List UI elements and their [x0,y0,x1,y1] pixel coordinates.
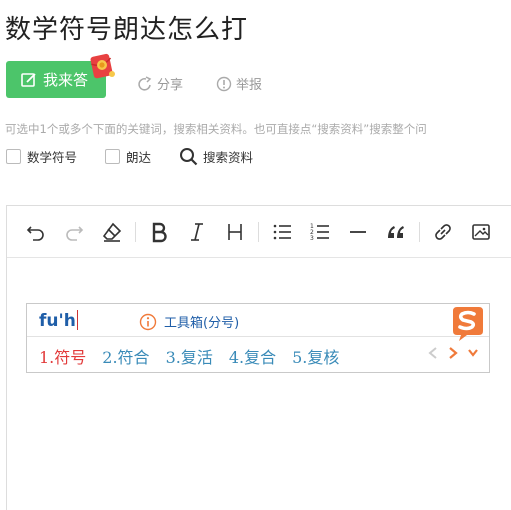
checkbox[interactable] [105,148,121,164]
prev-page-icon[interactable] [427,346,439,360]
sogou-logo-icon [453,307,483,341]
share-button[interactable]: 分享 [137,74,183,93]
next-page-icon[interactable] [447,346,459,360]
keyword-checkbox-shuxuefuhao[interactable]: 数学符号 [6,147,77,166]
expand-candidates-icon[interactable] [467,346,479,360]
search-icon [180,147,198,165]
heading-icon [228,223,242,240]
redo-button[interactable] [55,217,93,247]
edit-icon [21,72,36,87]
numbered-list-button[interactable]: 1 2 3 [301,217,339,247]
report-label: 举报 [236,78,263,93]
bullet-list-icon [273,224,291,239]
ime-popup: fu'h 工具箱(分号) 1.符号 2.符合 3.复活 4.复合 5.复核 [26,303,490,373]
undo-button[interactable] [17,217,55,247]
ime-toolbox-button[interactable]: 工具箱(分号) [139,312,239,331]
keyword-row: 数学符号 朗达 搜索资料 [6,146,253,166]
report-button[interactable]: 举报 [216,74,262,93]
bullet-list-button[interactable] [263,217,301,247]
numbered-list-icon: 1 2 3 [310,223,329,242]
toolbar-divider [258,221,259,242]
svg-text:3: 3 [310,235,314,242]
keyword-hint: 可选中1个或多个下面的关键词，搜索相关资料。也可直接点“搜索资料”搜索整个问 [5,122,427,136]
page-title: 数学符号朗达怎么打 [5,15,249,45]
link-button[interactable] [424,217,462,247]
horizontal-rule-icon [350,230,366,233]
ime-candidate[interactable]: 3.复活 [166,344,213,368]
keyword-label: 朗达 [126,149,152,165]
italic-button[interactable] [178,217,216,247]
ime-candidate[interactable]: 1.符号 [39,344,86,368]
share-label: 分享 [157,78,184,93]
divider-button[interactable] [339,217,377,247]
undo-icon [26,225,44,241]
ime-composition: fu'h [39,310,78,331]
quote-icon [388,225,404,238]
editor-toolbar: 1 2 3 [7,206,511,258]
image-button[interactable] [462,217,500,247]
ime-caret [76,310,78,330]
ime-candidate[interactable]: 4.复合 [229,344,276,368]
ime-composition-bar: fu'h 工具箱(分号) [27,304,489,341]
heading-button[interactable] [216,217,254,247]
link-icon [435,223,451,240]
image-icon [472,223,490,240]
info-icon [139,313,157,330]
ime-input-text: fu'h [39,311,76,331]
redo-icon [66,225,84,241]
toolbar-divider [419,221,420,242]
ime-candidate[interactable]: 2.符合 [102,344,149,368]
bold-button[interactable] [140,217,178,247]
ime-page-nav [419,346,479,360]
search-materials-label: 搜索资料 [203,149,254,165]
ime-toolbox-label: 工具箱(分号) [164,316,240,331]
eraser-icon [102,222,122,242]
share-icon [138,75,152,91]
red-packet-icon[interactable] [88,52,116,80]
toolbar-divider [135,221,136,242]
search-materials-button[interactable]: 搜索资料 [179,147,253,166]
report-icon [216,76,232,91]
checkbox[interactable] [6,148,21,164]
bold-icon [152,222,167,242]
quote-button[interactable] [377,217,415,247]
keyword-label: 数学符号 [27,149,78,165]
keyword-checkbox-langda[interactable]: 朗达 [105,147,151,166]
italic-icon [191,222,203,241]
answer-button-label: 我来答 [43,71,89,89]
ime-candidate[interactable]: 5.复核 [292,344,339,368]
ime-candidate-list: 1.符号 2.符合 3.复活 4.复合 5.复核 [39,344,355,368]
clear-format-button[interactable] [93,217,131,247]
